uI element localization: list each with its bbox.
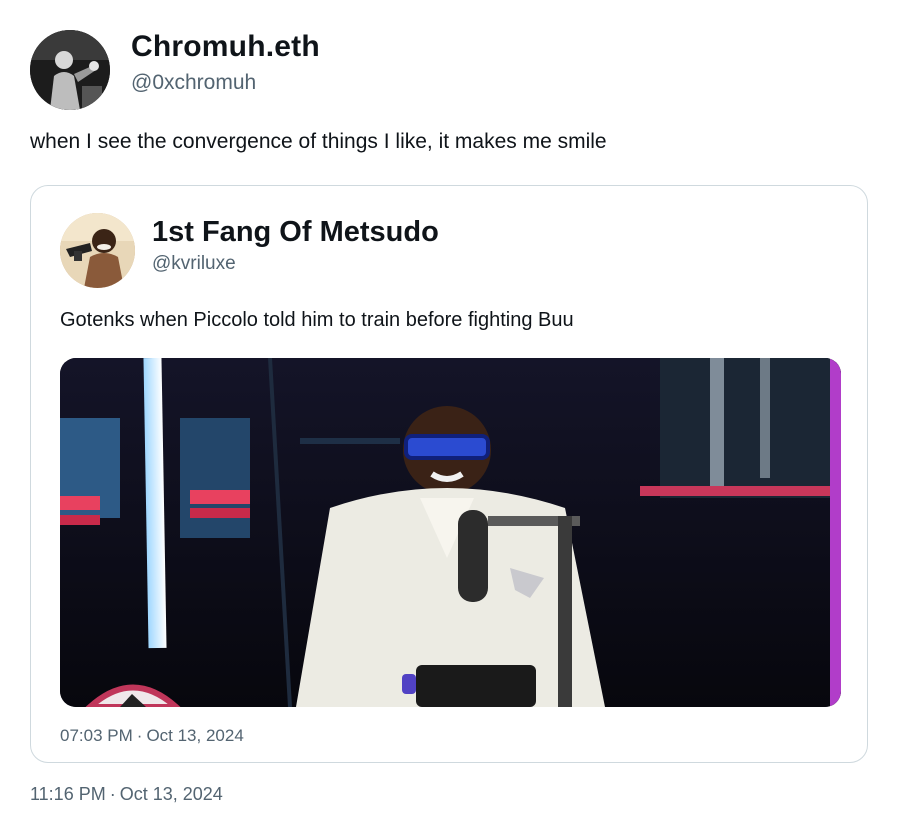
- tweet-date: Oct 13, 2024: [119, 784, 223, 804]
- quoted-avatar-image: [60, 213, 135, 288]
- author-name[interactable]: Chromuh.eth: [131, 30, 320, 64]
- quoted-author-avatar[interactable]: [60, 213, 135, 288]
- quoted-timestamp[interactable]: 07:03 PM · Oct 13, 2024: [60, 726, 244, 746]
- quoted-tweet-text: Gotenks when Piccolo told him to train b…: [60, 309, 574, 331]
- tweet-timestamp[interactable]: 11:16 PM · Oct 13, 2024: [30, 784, 223, 805]
- quoted-date: Oct 13, 2024: [146, 726, 244, 745]
- quoted-author-handle[interactable]: @kvriluxe: [152, 253, 236, 275]
- separator-dot: ·: [109, 784, 116, 804]
- tweet-time: 11:16 PM: [30, 784, 106, 804]
- author-avatar-image: [30, 30, 110, 110]
- quoted-time: 07:03 PM: [60, 726, 133, 745]
- quoted-media-video[interactable]: [60, 358, 841, 707]
- quoted-author-name[interactable]: 1st Fang Of Metsudo: [152, 216, 439, 249]
- tweet-text: when I see the convergence of things I l…: [30, 130, 607, 153]
- video-frame-image: [60, 358, 841, 707]
- quoted-tweet-card[interactable]: 1st Fang Of Metsudo @kvriluxe Gotenks wh…: [30, 185, 868, 763]
- author-avatar[interactable]: [30, 30, 110, 110]
- separator-dot: ·: [136, 726, 143, 745]
- author-handle[interactable]: @0xchromuh: [131, 71, 256, 95]
